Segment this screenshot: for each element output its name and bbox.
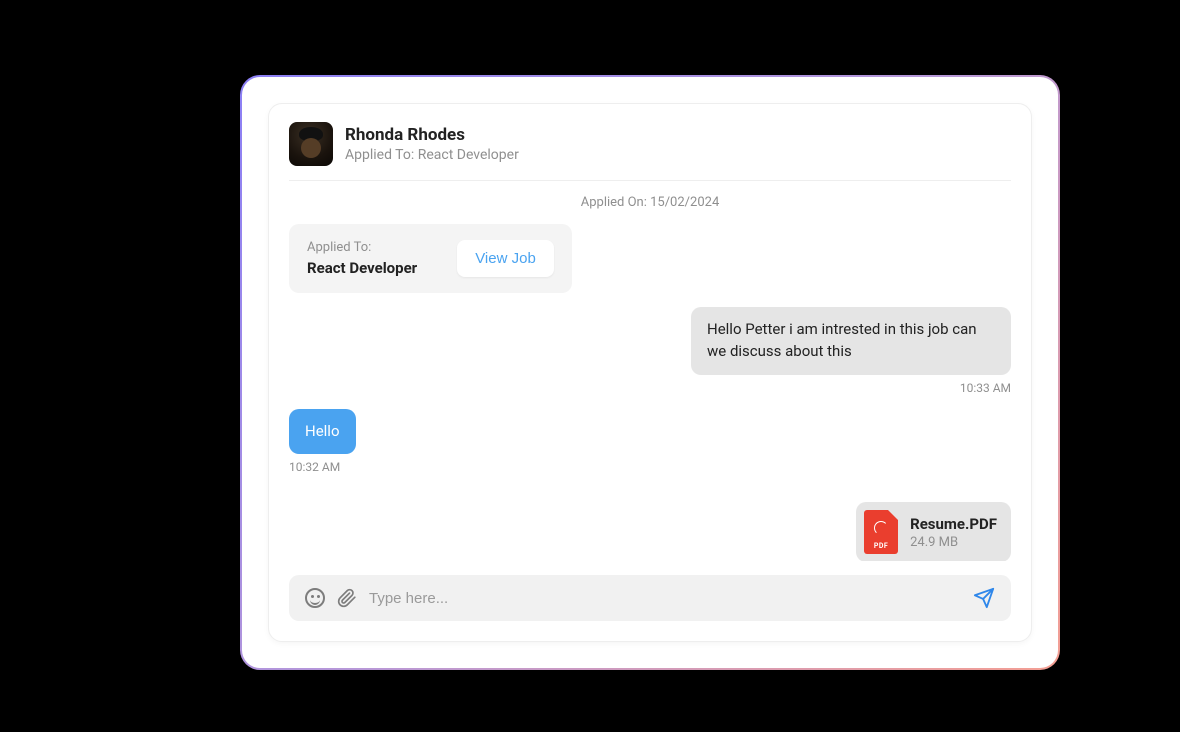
send-button[interactable] — [973, 587, 995, 609]
chat-composer — [289, 575, 1011, 621]
file-name: Resume.PDF — [910, 515, 997, 533]
file-info: Resume.PDF 24.9 MB — [910, 515, 997, 550]
chat-header: Rhonda Rhodes Applied To: React Develope… — [289, 104, 1011, 181]
file-size: 24.9 MB — [910, 535, 997, 550]
message-incoming: Hello Petter i am intrested in this job … — [289, 307, 1011, 395]
message-outgoing: Hello 10:32 AM — [289, 409, 1011, 475]
job-role: React Developer — [307, 259, 417, 277]
file-attachment[interactable]: Resume.PDF 24.9 MB — [856, 502, 1011, 561]
message-input[interactable] — [369, 590, 961, 607]
app-frame: Rhonda Rhodes Applied To: React Develope… — [240, 75, 1060, 670]
send-icon — [973, 587, 995, 609]
message-time: 10:33 AM — [960, 381, 1011, 395]
paperclip-icon — [337, 588, 357, 608]
app-inner: Rhonda Rhodes Applied To: React Develope… — [242, 77, 1058, 668]
job-info: Applied To: React Developer — [307, 240, 417, 277]
contact-name: Rhonda Rhodes — [345, 125, 519, 145]
avatar — [289, 122, 333, 166]
pdf-icon — [864, 510, 898, 554]
message-bubble: Hello — [289, 409, 356, 455]
header-text: Rhonda Rhodes Applied To: React Develope… — [345, 125, 519, 163]
emoji-button[interactable] — [305, 588, 325, 608]
job-applied-label: Applied To: — [307, 240, 417, 255]
message-file: Resume.PDF 24.9 MB — [289, 502, 1011, 561]
smiley-icon — [305, 588, 325, 608]
chat-card: Rhonda Rhodes Applied To: React Develope… — [268, 103, 1032, 642]
message-time: 10:32 AM — [289, 460, 340, 474]
message-bubble: Hello Petter i am intrested in this job … — [691, 307, 1011, 375]
view-job-button[interactable]: View Job — [457, 240, 554, 277]
job-card: Applied To: React Developer View Job — [289, 224, 572, 293]
attach-button[interactable] — [337, 588, 357, 608]
contact-subtitle: Applied To: React Developer — [345, 147, 519, 163]
chat-body: Applied On: 15/02/2024 Applied To: React… — [269, 181, 1031, 561]
applied-on-label: Applied On: 15/02/2024 — [289, 181, 1011, 224]
